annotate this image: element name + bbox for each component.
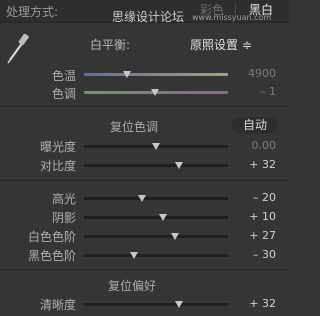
shadows-slider[interactable] — [84, 216, 228, 219]
blacks-value[interactable]: – 30 — [240, 248, 276, 261]
exposure-value[interactable]: 0.00 — [240, 139, 277, 152]
watermark-text: 思缘设计论坛 — [112, 10, 185, 24]
contrast-label: 对比度 — [39, 159, 76, 173]
reset-tone-button[interactable]: 复位色调 — [110, 118, 158, 135]
blacks-slider[interactable] — [84, 254, 228, 257]
blacks-thumb[interactable] — [130, 252, 139, 259]
exposure-thumb[interactable] — [152, 143, 160, 150]
eyedropper-icon[interactable] — [6, 28, 32, 64]
clarity-label: 清晰度 — [39, 298, 76, 312]
develop-basic-panel: 处理方式: 彩色 黑白 思缘设计论坛 www.missyuan.com 白平衡:… — [0, 0, 289, 316]
clarity-thumb[interactable] — [175, 301, 184, 308]
clarity-slider[interactable] — [84, 303, 228, 306]
temp-value[interactable]: 4900 — [240, 67, 276, 80]
tint-label: 色调 — [51, 87, 76, 101]
treatment-label: 处理方式: — [6, 5, 59, 19]
clarity-value[interactable]: + 32 — [240, 297, 276, 310]
treatment-header: 处理方式: 彩色 黑白 思缘设计论坛 www.missyuan.com — [0, 0, 289, 24]
shadows-label: 阴影 — [51, 211, 76, 225]
temp-slider[interactable] — [84, 73, 228, 76]
highlights-value[interactable]: – 20 — [240, 191, 276, 204]
contrast-thumb[interactable] — [175, 162, 184, 169]
shadows-thumb[interactable] — [159, 214, 168, 221]
divider — [0, 269, 289, 270]
white-balance-select[interactable]: 原照设置 ≑ — [190, 36, 252, 53]
contrast-value[interactable]: + 32 — [240, 158, 276, 171]
watermark-url: www.missyuan.com — [192, 13, 272, 22]
whites-label: 白色色阶 — [27, 230, 76, 244]
blacks-label: 黑色色阶 — [27, 249, 76, 263]
contrast-slider[interactable] — [84, 164, 228, 167]
highlights-label: 高光 — [51, 192, 76, 206]
highlights-slider[interactable] — [84, 197, 228, 200]
highlights-thumb[interactable] — [137, 195, 146, 202]
tint-thumb[interactable] — [150, 89, 159, 96]
whites-slider[interactable] — [84, 235, 228, 238]
shadows-value[interactable]: + 10 — [240, 210, 276, 223]
divider — [0, 180, 289, 181]
divider — [0, 106, 289, 107]
temp-label: 色温 — [51, 69, 76, 83]
tint-value[interactable]: – 1 — [240, 85, 276, 98]
white-balance-label: 白平衡: — [90, 38, 131, 52]
whites-thumb[interactable] — [170, 233, 179, 240]
auto-tone-button[interactable]: 自动 — [232, 117, 278, 134]
temp-thumb[interactable] — [123, 71, 132, 78]
reset-presence-button[interactable]: 复位偏好 — [108, 277, 156, 294]
whites-value[interactable]: + 27 — [240, 229, 276, 242]
exposure-label: 曝光度 — [39, 140, 76, 154]
